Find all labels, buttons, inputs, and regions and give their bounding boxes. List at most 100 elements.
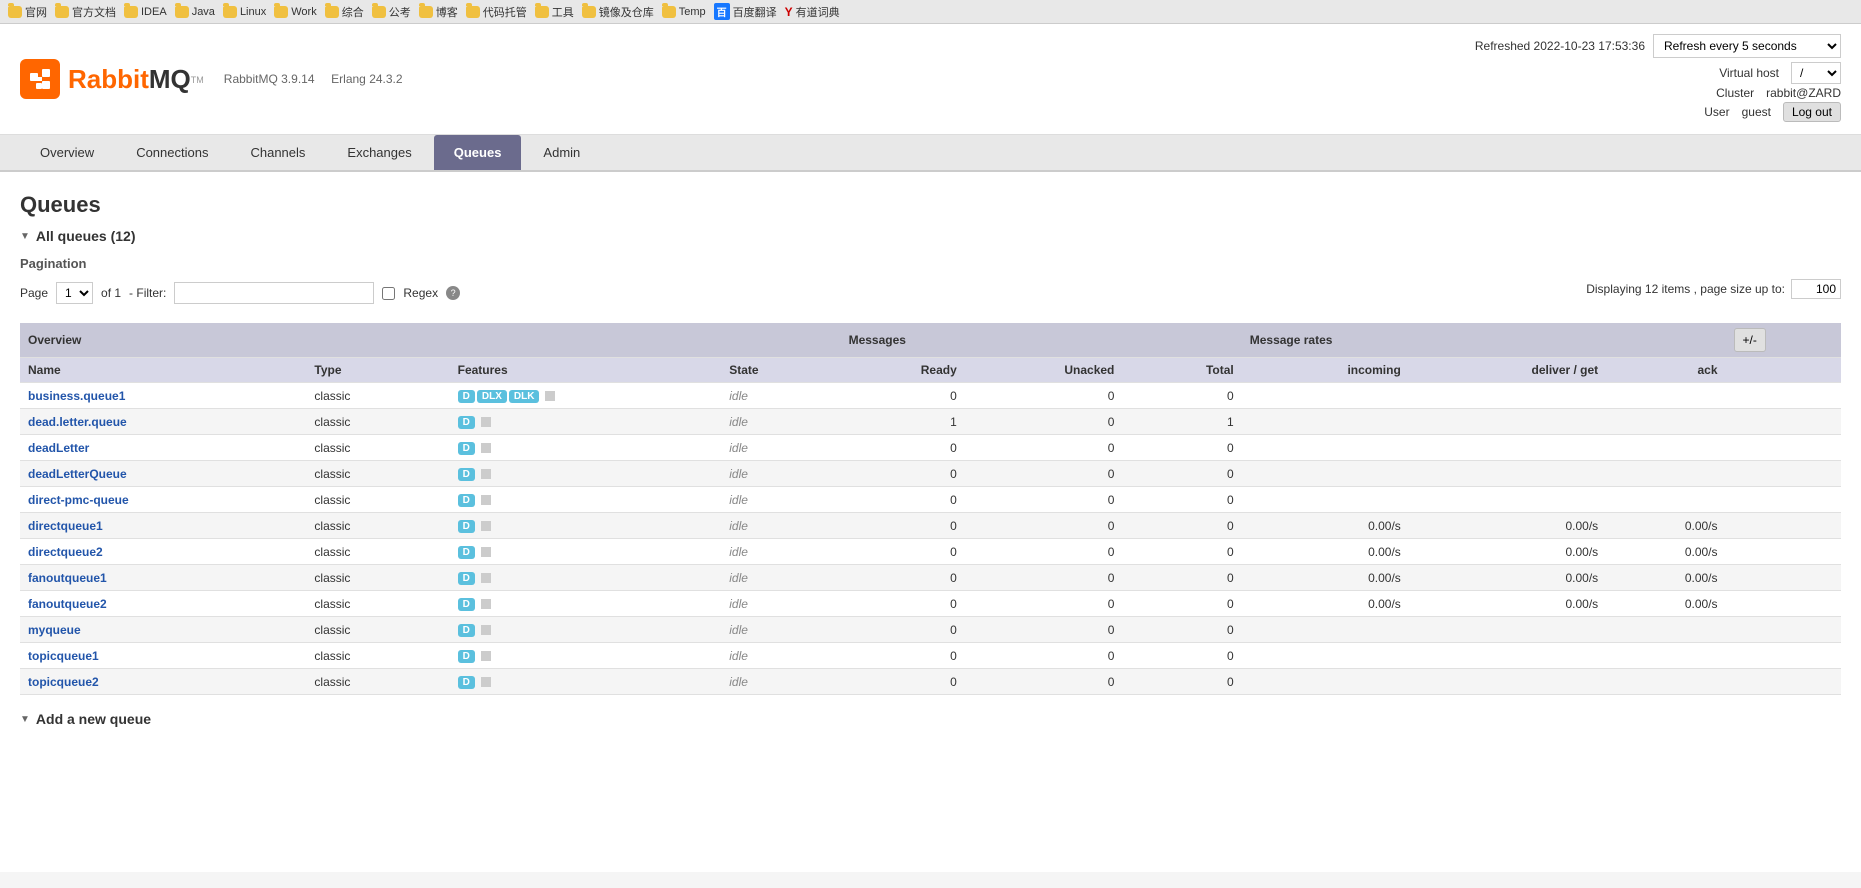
bookmark-mirrors[interactable]: 镜像及仓库 <box>582 4 654 20</box>
bookmark-gongkao[interactable]: 公考 <box>372 4 411 20</box>
bookmark-label: 百度翻译 <box>733 4 777 20</box>
queue-incoming: 0.00/s <box>1242 565 1409 591</box>
nav-channels[interactable]: Channels <box>230 135 325 170</box>
queue-incoming <box>1242 435 1409 461</box>
state-indicator-square <box>481 573 491 583</box>
folder-icon <box>175 6 189 18</box>
bookmark-idea[interactable]: IDEA <box>124 6 167 18</box>
bookmark-work[interactable]: Work <box>274 6 316 18</box>
queue-name-link[interactable]: topicqueue1 <box>28 649 99 663</box>
queue-features: D <box>450 643 722 669</box>
filter-input[interactable] <box>174 282 374 304</box>
filter-label: - Filter: <box>129 286 166 300</box>
queue-unacked: 0 <box>965 513 1123 539</box>
page-size-input[interactable]: 100 <box>1791 279 1841 299</box>
header: RabbitMQTM RabbitMQ 3.9.14 Erlang 24.3.2… <box>0 24 1861 135</box>
queue-type: classic <box>306 565 449 591</box>
rabbitmq-logo-icon <box>20 59 60 99</box>
table-row: topicqueue1classicDidle000 <box>20 643 1841 669</box>
queue-incoming: 0.00/s <box>1242 513 1409 539</box>
queue-name-link[interactable]: fanoutqueue2 <box>28 597 107 611</box>
queue-name-link[interactable]: deadLetterQueue <box>28 467 127 481</box>
feature-badge-d: D <box>458 650 475 663</box>
queue-features: D <box>450 409 722 435</box>
queue-name-link[interactable]: myqueue <box>28 623 81 637</box>
col-empty <box>1726 669 1841 695</box>
logout-button[interactable]: Log out <box>1783 102 1841 122</box>
folder-icon <box>325 6 339 18</box>
queue-name-link[interactable]: deadLetter <box>28 441 89 455</box>
folder-icon <box>372 6 386 18</box>
queue-name-link[interactable]: directqueue1 <box>28 519 103 533</box>
queue-name-link[interactable]: topicqueue2 <box>28 675 99 689</box>
virtual-host-select[interactable]: / <box>1791 62 1841 84</box>
bookmark-baidu-translate[interactable]: 百 百度翻译 <box>714 3 777 20</box>
queue-ready: 0 <box>841 513 965 539</box>
queue-ready: 0 <box>841 565 965 591</box>
bookmark-coderepo[interactable]: 代码托管 <box>466 4 527 20</box>
message-rates-group-header: Message rates <box>1242 323 1726 358</box>
col-header-ready: Ready <box>841 358 965 383</box>
queue-features: D <box>450 513 722 539</box>
queue-unacked: 0 <box>965 435 1123 461</box>
bookmark-zonghe[interactable]: 综合 <box>325 4 364 20</box>
queue-total: 0 <box>1122 669 1241 695</box>
logo-tm: TM <box>191 75 204 85</box>
bookmark-java[interactable]: Java <box>175 6 215 18</box>
nav-connections[interactable]: Connections <box>116 135 228 170</box>
queue-name-link[interactable]: fanoutqueue1 <box>28 571 107 585</box>
regex-label[interactable]: Regex <box>403 286 438 300</box>
plus-minus-button[interactable]: +/- <box>1734 328 1766 352</box>
help-icon[interactable]: ? <box>446 286 460 300</box>
nav-exchanges[interactable]: Exchanges <box>327 135 431 170</box>
bookmark-guanfangwendang[interactable]: 官方文档 <box>55 4 116 20</box>
col-header-ack: ack <box>1606 358 1725 383</box>
all-queues-section-header[interactable]: ▼ All queues (12) <box>20 228 1841 244</box>
bookmark-boke[interactable]: 博客 <box>419 4 458 20</box>
page-select[interactable]: 1 <box>56 282 93 304</box>
queue-ready: 0 <box>841 669 965 695</box>
version-info: RabbitMQ 3.9.14 Erlang 24.3.2 <box>224 72 403 86</box>
col-header-features: Features <box>450 358 722 383</box>
queue-incoming <box>1242 643 1409 669</box>
logo-rabbit: Rabbit <box>68 64 149 94</box>
regex-checkbox[interactable] <box>382 287 395 300</box>
bookmark-label: Work <box>291 6 316 18</box>
table-row: deadLetterQueueclassicDidle000 <box>20 461 1841 487</box>
add-queue-section[interactable]: ▼ Add a new queue <box>20 711 1841 727</box>
nav-queues[interactable]: Queues <box>434 135 522 170</box>
queue-name-link[interactable]: directqueue2 <box>28 545 103 559</box>
queue-name-link[interactable]: business.queue1 <box>28 389 125 403</box>
refresh-interval-select[interactable]: Refresh every 5 seconds Refresh every 10… <box>1653 34 1841 58</box>
nav-overview[interactable]: Overview <box>20 135 114 170</box>
folder-icon <box>274 6 288 18</box>
bookmark-youdao[interactable]: Y 有道词典 <box>785 4 840 20</box>
queue-ack <box>1606 487 1725 513</box>
bookmark-linux[interactable]: Linux <box>223 6 266 18</box>
nav-admin[interactable]: Admin <box>523 135 600 170</box>
state-indicator-square <box>481 495 491 505</box>
pagination-label: Pagination <box>20 256 1841 271</box>
bookmark-guanwang[interactable]: 官网 <box>8 4 47 20</box>
baidu-icon: 百 <box>714 3 730 20</box>
folder-icon <box>8 6 22 18</box>
queue-state: idle <box>721 487 840 513</box>
queue-incoming: 0.00/s <box>1242 591 1409 617</box>
bookmark-temp[interactable]: Temp <box>662 6 706 18</box>
bookmark-label: 镜像及仓库 <box>599 4 654 20</box>
queue-deliver-get: 0.00/s <box>1409 539 1606 565</box>
table-row: dead.letter.queueclassicDidle101 <box>20 409 1841 435</box>
bookmark-tools[interactable]: 工具 <box>535 4 574 20</box>
queue-name-link[interactable]: direct-pmc-queue <box>28 493 129 507</box>
queue-total: 0 <box>1122 383 1241 409</box>
logo: RabbitMQTM <box>20 59 204 99</box>
queue-type: classic <box>306 435 449 461</box>
bookmark-label: IDEA <box>141 6 167 18</box>
queue-name-link[interactable]: dead.letter.queue <box>28 415 127 429</box>
feature-badge-dlx: DLX <box>477 390 507 403</box>
queue-type: classic <box>306 669 449 695</box>
state-indicator-square <box>545 391 555 401</box>
plus-minus-header[interactable]: +/- <box>1726 323 1841 358</box>
folder-icon <box>124 6 138 18</box>
bookmark-label: Linux <box>240 6 266 18</box>
